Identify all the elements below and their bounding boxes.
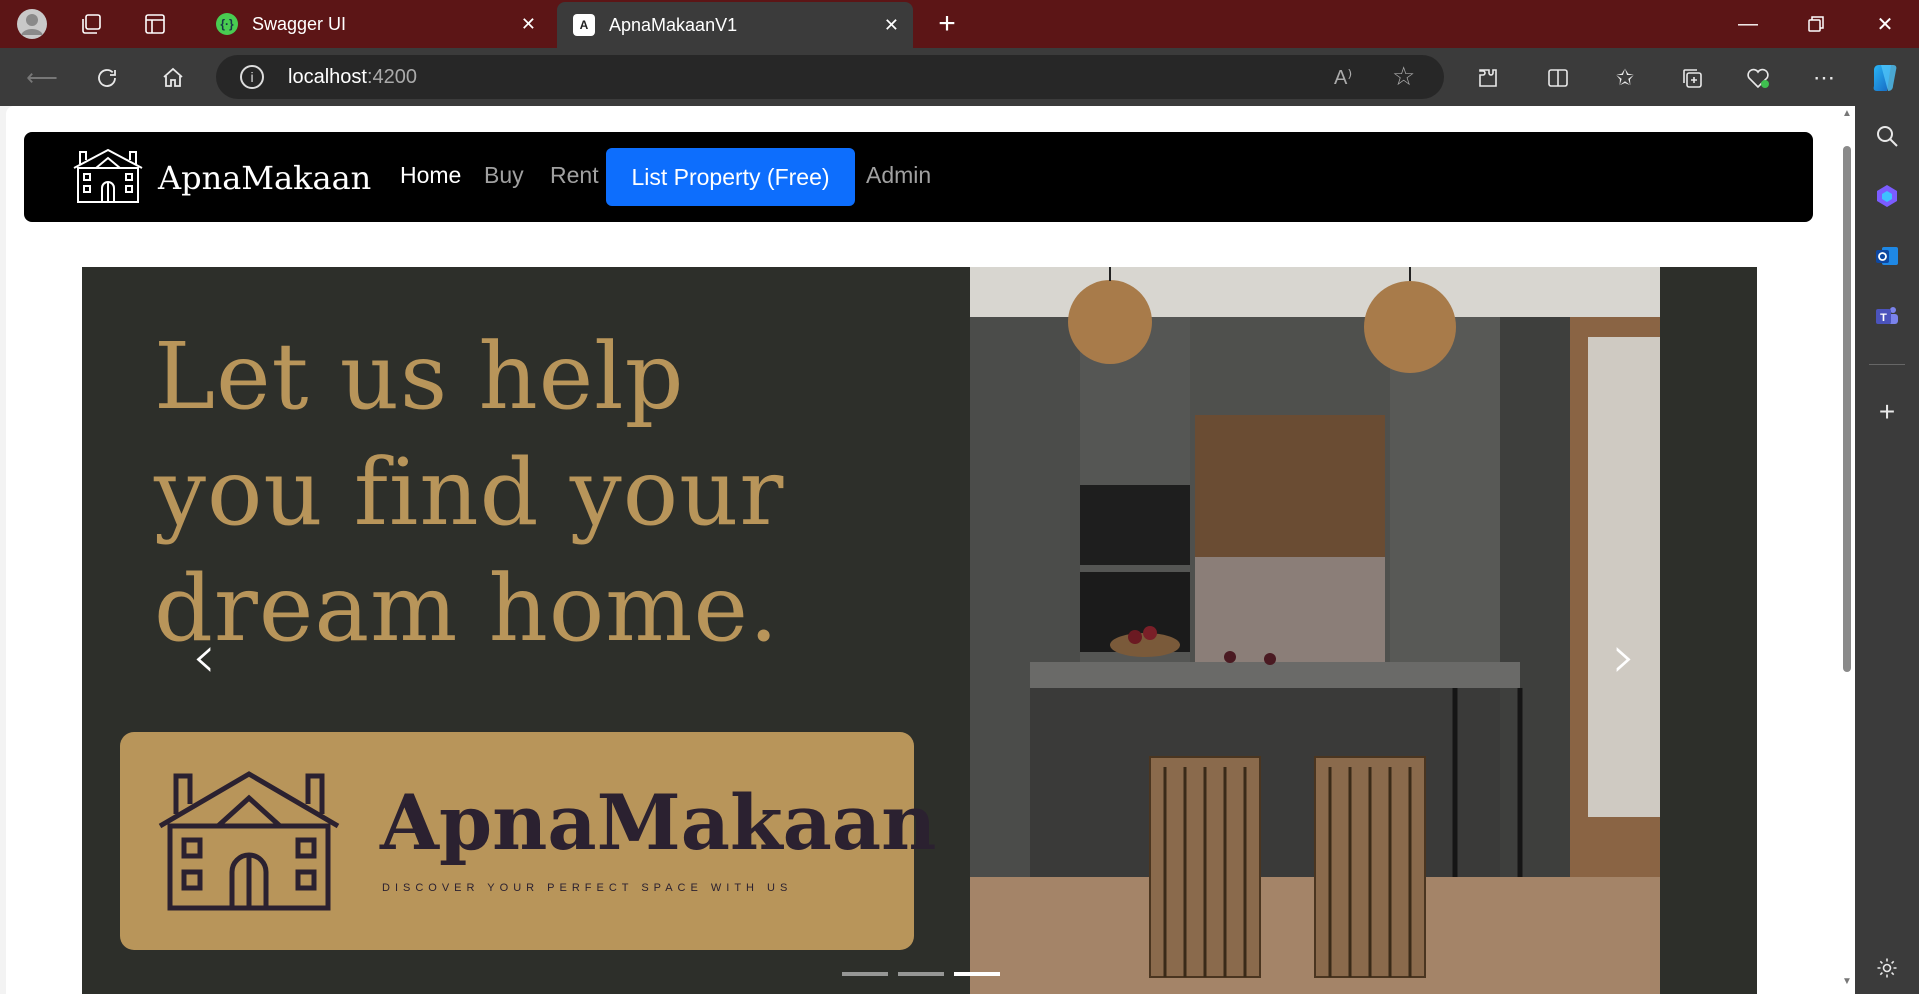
carousel-indicators [842,972,1000,976]
restore-icon[interactable] [1782,0,1850,48]
brand-logo[interactable]: ApnaMakaan [72,146,371,209]
kitchen-photo [970,267,1660,994]
search-icon[interactable] [1871,120,1903,152]
teams-icon[interactable]: T [1871,300,1903,332]
copilot-icon[interactable] [1866,60,1902,96]
read-aloud-icon[interactable]: A⁾ [1334,65,1352,90]
headline-line: you find your [154,439,785,546]
carousel-indicator-1[interactable] [842,972,888,976]
tab-title: ApnaMakaanV1 [609,14,738,35]
page-viewport: ApnaMakaan Home Buy Rent List Property (… [6,106,1839,994]
address-bar[interactable]: i localhost:4200 A⁾ ☆ [216,55,1444,99]
close-window-icon[interactable]: ✕ [1851,0,1919,48]
carousel-next-icon[interactable]: › [1612,622,1636,692]
browser-titlebar: {·} Swagger UI ✕ A ApnaMakaanV1 ✕ + — ✕ [0,0,1919,48]
minimize-icon[interactable]: — [1714,0,1782,48]
favorite-star-icon[interactable]: ☆ [1392,61,1415,92]
angular-icon: A [573,14,595,36]
headline-line: Let us help [154,323,685,430]
refresh-icon[interactable] [89,60,125,96]
scroll-thumb[interactable] [1843,146,1851,672]
headline-line: dream home. [154,555,780,662]
nav-home[interactable]: Home [400,162,461,189]
tab-actions-icon[interactable] [139,8,171,40]
favorites-icon[interactable]: ✩ [1607,60,1643,96]
card-brand-name: ApnaMakaan [380,778,937,867]
scroll-down-icon[interactable]: ▼ [1842,976,1852,987]
hero-carousel: Let us help you find your dream home. Ap… [82,267,1757,994]
sidebar-settings-icon[interactable] [1871,952,1903,984]
list-property-button[interactable]: List Property (Free) [606,148,855,206]
carousel-indicator-3[interactable] [954,972,1000,976]
svg-text:T: T [1880,312,1887,324]
swagger-icon: {·} [216,13,238,35]
brand-card: ApnaMakaan DISCOVER YOUR PERFECT SPACE W… [120,732,936,950]
home-icon[interactable] [155,60,191,96]
site-info-icon[interactable]: i [240,65,264,89]
carousel-indicator-2[interactable] [898,972,944,976]
split-screen-icon[interactable] [1540,60,1576,96]
back-icon[interactable]: ⟵ [24,60,60,96]
brand-name: ApnaMakaan [158,158,372,197]
nav-rent[interactable]: Rent [550,162,599,189]
browser-toolbar: ⟵ i localhost:4200 A⁾ ☆ ✩ ⋯ [0,48,1919,106]
page-scrollbar[interactable]: ▲ ▼ [1839,106,1855,994]
collections-icon[interactable] [1674,60,1710,96]
sidebar-divider [1869,364,1905,365]
card-tagline: DISCOVER YOUR PERFECT SPACE WITH US [382,882,793,894]
tab-swagger[interactable]: {·} Swagger UI ✕ [200,4,550,44]
url-text[interactable]: localhost:4200 [288,66,417,89]
new-tab-icon[interactable]: + [931,7,963,40]
close-tab-icon[interactable]: ✕ [521,14,536,35]
browser-essentials-icon[interactable] [1740,60,1776,96]
tab-title: Swagger UI [252,13,347,34]
hero-headline: Let us help you find your dream home. [154,319,784,667]
app-navbar: ApnaMakaan Home Buy Rent List Property (… [24,132,1813,222]
nav-buy[interactable]: Buy [484,162,524,189]
carousel-prev-icon[interactable]: ‹ [192,622,216,692]
edge-sidebar: T + [1855,106,1919,994]
tab-apnamakaan[interactable]: A ApnaMakaanV1 ✕ [557,2,913,48]
house-logo-icon [72,146,144,209]
workspaces-icon[interactable] [76,8,108,40]
add-app-icon[interactable]: + [1871,396,1903,428]
nav-admin[interactable]: Admin [866,162,931,189]
extensions-icon[interactable] [1470,60,1506,96]
outlook-icon[interactable] [1871,240,1903,272]
copilot-app-icon[interactable] [1871,180,1903,212]
profile-avatar-icon[interactable] [16,8,48,40]
scroll-up-icon[interactable]: ▲ [1842,108,1852,119]
house-logo-icon [156,768,342,917]
close-tab-icon[interactable]: ✕ [884,15,899,36]
more-menu-icon[interactable]: ⋯ [1806,60,1842,96]
